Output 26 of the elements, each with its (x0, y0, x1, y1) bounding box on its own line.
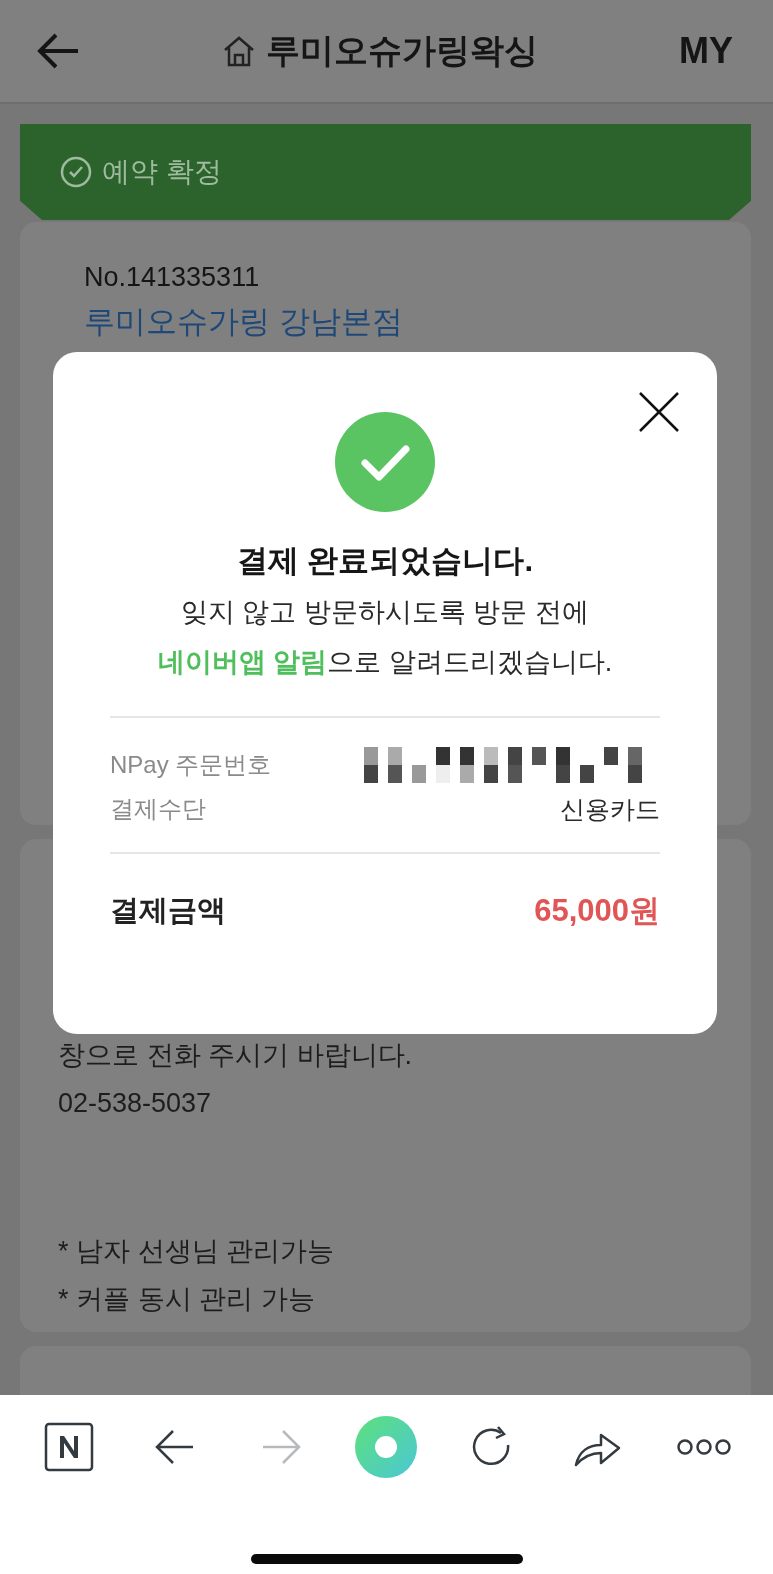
close-icon (637, 390, 681, 434)
check-circle-icon (335, 412, 435, 512)
status-label: 예약 확정 (102, 155, 222, 189)
my-link[interactable]: MY (679, 30, 733, 72)
shop-name: 루미오슈가링 강남본점 (84, 303, 404, 341)
notice-text: 02-538-5037 (58, 1087, 213, 1120)
check-circle-icon (60, 156, 92, 188)
booking-number: No.141335311 (84, 262, 261, 293)
back-button[interactable] (36, 31, 80, 71)
ring-logo-icon (354, 1415, 419, 1479)
detail-value: 신용카드 (560, 793, 660, 825)
notice-text: * 남자 선생님 관리가능 (58, 1235, 335, 1268)
detail-label: 결제수단 (110, 794, 206, 824)
dialog-title: 결제 완료되었습니다. (236, 542, 534, 580)
n-logo-icon (43, 1422, 94, 1472)
notice-text: 창으로 전화 주시기 바랍니다. (58, 1039, 413, 1072)
total-amount: 65,000원 (534, 892, 660, 930)
detail-label: NPay 주문번호 (110, 750, 272, 780)
back-arrow-icon (36, 31, 80, 71)
notice-text: * 커플 동시 관리 가능 (58, 1283, 316, 1316)
dialog-message: 네이버앱 알림으로 알려드리겠습니다. (157, 646, 613, 679)
page-title: 루미오슈가링왁싱 (265, 30, 538, 71)
dialog-message: 잊지 않고 방문하시도록 방문 전에 (181, 596, 589, 629)
close-button[interactable] (637, 390, 681, 434)
more-icon (677, 1437, 731, 1457)
total-label: 결제금액 (110, 893, 226, 928)
